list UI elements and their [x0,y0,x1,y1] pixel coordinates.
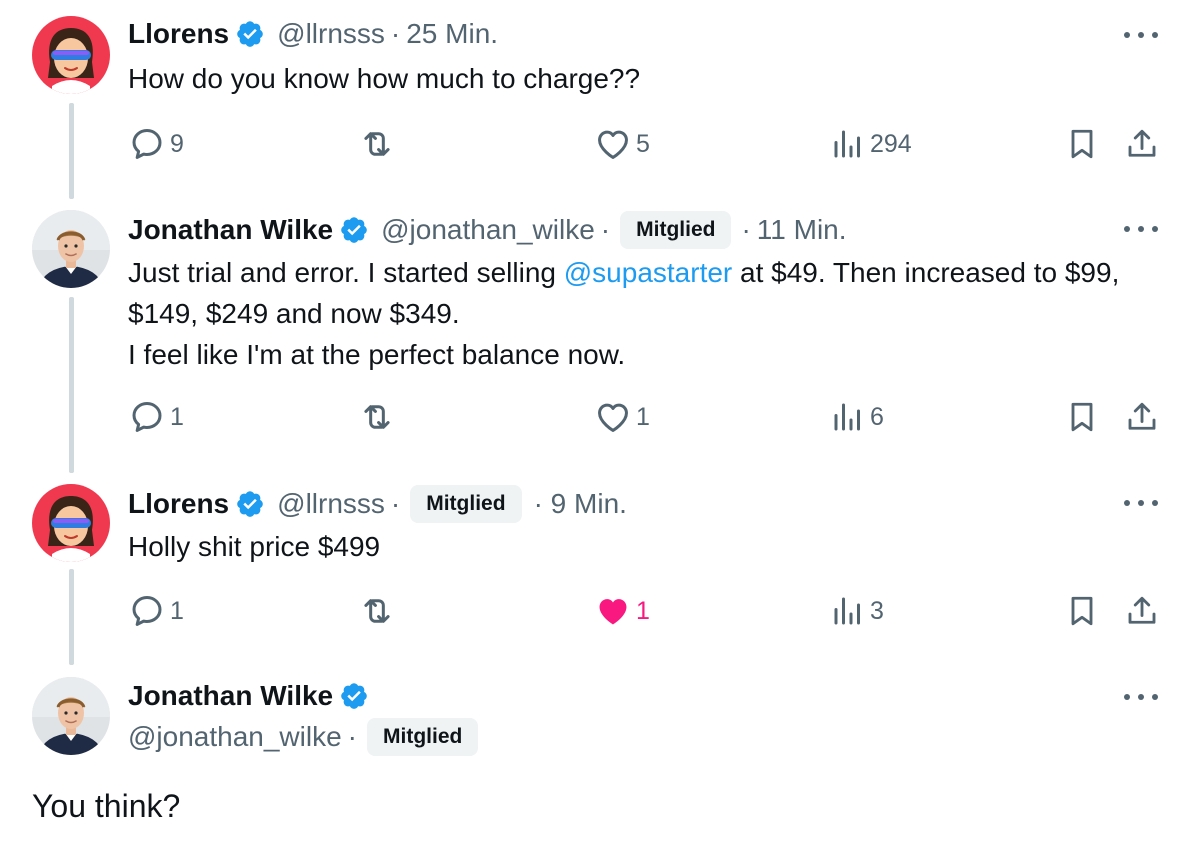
share-icon [1124,126,1160,162]
author-handle[interactable]: @jonathan_wilke [128,720,342,754]
author-handle[interactable]: @llrnsss [277,17,385,51]
tweet-actions: 1 1 3 [128,591,1164,631]
verified-badge-icon[interactable] [339,681,369,711]
bookmark-icon [1064,399,1100,435]
views-button[interactable]: 294 [830,124,912,164]
heart-icon [594,398,632,436]
avatar[interactable] [32,677,110,755]
verified-badge-icon[interactable] [339,215,369,245]
verified-badge-icon[interactable] [235,19,265,49]
reply-button[interactable]: 1 [128,397,184,437]
reply-count: 9 [170,129,184,158]
sunglasses-memoji-avatar-icon [32,484,110,562]
retweet-icon [358,398,396,436]
views-chart-icon [830,126,866,162]
views-chart-icon [830,593,866,629]
more-options-icon[interactable] [1124,497,1158,509]
tweet-text: Just trial and error. I started selling … [128,252,1158,375]
tweet-header: Jonathan Wilke @jonathan_wilke · Mitglie… [128,211,847,249]
more-options-icon[interactable] [1124,29,1158,41]
separator: · [390,488,401,519]
author-name[interactable]: Jonathan Wilke [128,679,333,713]
views-count: 294 [870,129,912,158]
share-button[interactable] [1124,397,1160,437]
tweet-header: Llorens @llrnsss · Mitglied · 9 Min. [128,485,627,523]
avatar[interactable] [32,484,110,562]
retweet-icon [358,125,396,163]
author-handle[interactable]: @llrnsss [277,487,385,521]
separator: · [390,18,401,49]
like-button[interactable]: 5 [594,124,650,164]
thread-connector [69,297,74,473]
retweet-button[interactable] [358,591,396,631]
reply-button[interactable]: 9 [128,124,184,164]
bookmark-button[interactable] [1064,591,1100,631]
like-count: 1 [636,402,650,431]
mention-link[interactable]: @supastarter [564,257,733,288]
reply-count: 1 [170,402,184,431]
tweet-subheader: @jonathan_wilke · Mitglied [128,718,482,756]
views-count: 6 [870,402,884,431]
tweet-timestamp[interactable]: 11 Min. [757,213,847,247]
like-count: 5 [636,129,650,158]
share-button[interactable] [1124,124,1160,164]
like-button[interactable]: 1 [594,397,650,437]
verified-badge-icon[interactable] [235,489,265,519]
profile-photo-avatar-icon [32,210,110,288]
reply-icon [128,125,166,163]
tweet-timestamp[interactable]: 25 Min. [406,17,498,51]
sunglasses-memoji-avatar-icon [32,16,110,94]
separator: · [600,214,611,245]
like-count: 1 [636,596,650,625]
author-handle[interactable]: @jonathan_wilke [381,213,595,247]
tweet-text-part: Just trial and error. I started selling [128,257,564,288]
separator: · [347,721,357,752]
reply-icon [128,592,166,630]
bookmark-button[interactable] [1064,124,1100,164]
thread-connector [69,103,74,199]
member-badge[interactable]: Mitglied [410,485,522,523]
tweet-text: Holly shit price $499 [128,531,381,562]
tweet-header: Llorens @llrnsss · 25 Min. [128,17,498,51]
bookmark-button[interactable] [1064,397,1100,437]
tweet-text-part: I feel like I'm at the perfect balance n… [128,339,626,370]
separator: · [741,214,751,245]
avatar[interactable] [32,16,110,94]
tweet-actions: 9 5 294 [128,124,1164,164]
retweet-button[interactable] [358,397,396,437]
share-icon [1124,399,1160,435]
views-button[interactable]: 6 [830,397,884,437]
tweet-timestamp[interactable]: · 9 Min. [534,487,627,521]
views-chart-icon [830,399,866,435]
profile-photo-avatar-icon [32,677,110,755]
like-button[interactable]: 1 [594,591,650,631]
retweet-button[interactable] [358,124,396,164]
views-count: 3 [870,596,884,625]
views-button[interactable]: 3 [830,591,884,631]
bookmark-icon [1064,126,1100,162]
tweet-actions: 1 1 6 [128,397,1164,437]
share-icon [1124,593,1160,629]
author-name[interactable]: Llorens [128,487,229,521]
avatar[interactable] [32,210,110,288]
author-name[interactable]: Llorens [128,17,229,51]
bookmark-icon [1064,593,1100,629]
share-button[interactable] [1124,591,1160,631]
tweet-text: You think? [32,788,181,824]
thread-connector [69,569,74,665]
reply-button[interactable]: 1 [128,591,184,631]
retweet-icon [358,592,396,630]
tweet-text: How do you know how much to charge?? [128,63,641,94]
more-options-icon[interactable] [1124,223,1158,235]
member-badge[interactable]: Mitglied [620,211,732,249]
member-badge[interactable]: Mitglied [367,718,479,756]
heart-filled-icon [594,592,632,630]
author-name[interactable]: Jonathan Wilke [128,213,333,247]
tweet-header: Jonathan Wilke [128,679,381,713]
reply-count: 1 [170,596,184,625]
reply-icon [128,398,166,436]
more-options-icon[interactable] [1124,691,1158,703]
heart-icon [594,125,632,163]
